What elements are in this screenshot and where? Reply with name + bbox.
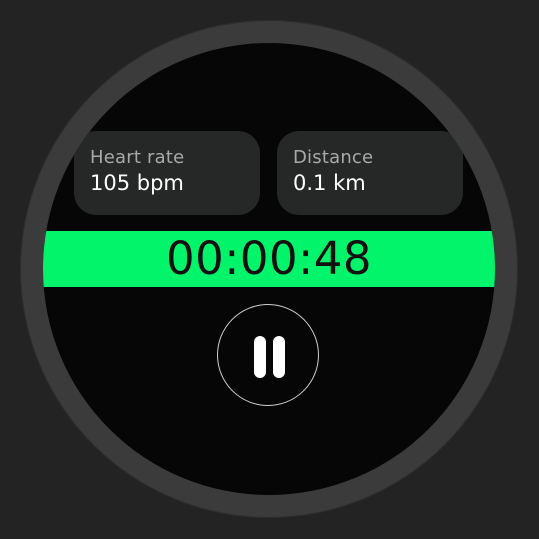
distance-value: 0.1 km [293,171,366,195]
pause-icon-bar-right [273,336,285,378]
elapsed-time: 00:00:48 [165,232,373,285]
watch-stage: Heart rate 105 bpm Distance 0.1 km 00:00… [0,0,539,539]
distance-label: Distance [293,147,374,168]
heart-rate-card: Heart rate 105 bpm [74,131,260,215]
heart-rate-value: 105 bpm [90,171,184,195]
elapsed-time-band: 00:00:48 [43,231,495,287]
heart-rate-label: Heart rate [90,147,185,168]
watch-screen: Heart rate 105 bpm Distance 0.1 km 00:00… [43,43,495,495]
pause-icon-bar-left [254,336,266,378]
pause-button[interactable] [217,304,319,406]
distance-card: Distance 0.1 km [277,131,463,215]
